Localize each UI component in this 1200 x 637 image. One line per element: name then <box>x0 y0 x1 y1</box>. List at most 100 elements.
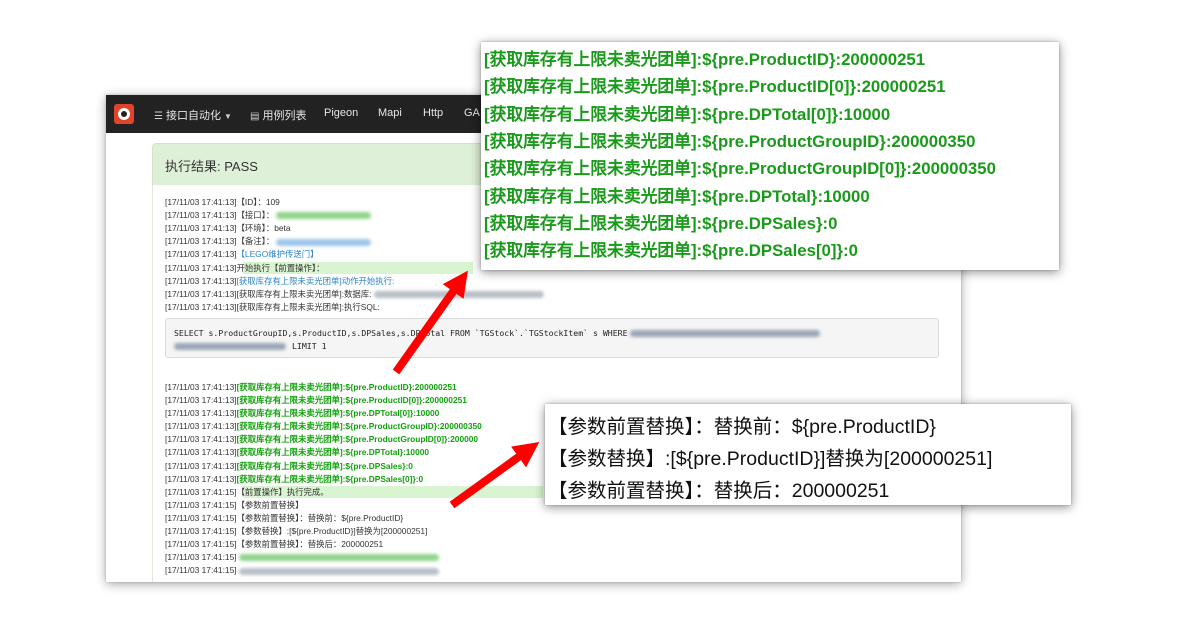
zoom-callout-variables: [获取库存有上限未卖光团单]:${pre.ProductID}:20000025… <box>481 42 1059 270</box>
nav-item-case-list[interactable]: ▤ 用例列表 <box>250 107 306 123</box>
log-timestamp: [17/11/03 17:41:13] <box>165 447 237 458</box>
nav-item-api-automation[interactable]: ☰ 接口自动化 ▼ <box>154 107 232 123</box>
log-line: [17/11/03 17:41:13][获取库存有上限未卖光团单]:${pre.… <box>165 473 423 486</box>
log-timestamp: [17/11/03 17:41:13] <box>165 249 237 260</box>
sql-code-block: SELECT s.ProductGroupID,s.ProductID,s.DP… <box>165 318 939 358</box>
callout-line: [获取库存有上限未卖光团单]:${pre.ProductID}:20000025… <box>484 50 926 69</box>
log-line: [17/11/03 17:41:13][获取库存有上限未卖光团单]:${pre.… <box>165 433 478 446</box>
callout-line: [获取库存有上限未卖光团单]:${pre.ProductID[0]}:20000… <box>484 77 946 97</box>
log-timestamp: [17/11/03 17:41:15] <box>165 526 237 536</box>
list-icon: ☰ <box>154 111 163 122</box>
sql-text: LIMIT 1 <box>292 341 327 351</box>
log-timestamp: [17/11/03 17:41:15] <box>165 539 237 550</box>
callout-line: 【参数前置替换】：替换前：${pre.ProductID} <box>548 416 936 438</box>
log-line: [17/11/03 17:41:13][获取库存有上限未卖光团单]动作开始执行: <box>165 275 394 288</box>
redacted-value <box>238 567 439 575</box>
log-text: [获取库存有上限未卖光团单]:${pre.DPTotal[0]}:10000 <box>236 408 440 419</box>
redacted-value <box>373 290 544 298</box>
log-text: [获取库存有上限未卖光团单]:${pre.ProductID[0]}:20000… <box>236 395 467 405</box>
log-line: [17/11/03 17:41:13][获取库存有上限未卖光团单]:${pre.… <box>165 381 457 394</box>
log-timestamp: [17/11/03 17:41:15] <box>165 499 237 510</box>
nav-item-mapi[interactable]: Mapi <box>378 107 402 119</box>
log-line: [17/11/03 17:41:15]【前置操作】执行完成。 <box>165 486 329 499</box>
log-line: [17/11/03 17:41:13]【环境】：beta <box>165 222 291 235</box>
log-timestamp: [17/11/03 17:41:13] <box>165 223 237 234</box>
log-timestamp: [17/11/03 17:41:13] <box>165 395 237 405</box>
log-timestamp: [17/11/03 17:41:15] <box>165 486 237 497</box>
log-timestamp: [17/11/03 17:41:13] <box>165 210 237 221</box>
log-line: [17/11/03 17:41:13][获取库存有上限未卖光团单]:执行SQL: <box>165 301 380 314</box>
nav-item-label: 用例列表 <box>262 110 307 122</box>
log-timestamp: [17/11/03 17:41:13] <box>165 262 237 273</box>
log-timestamp: [17/11/03 17:41:13] <box>165 197 237 207</box>
nav-item-label: GA <box>464 107 480 119</box>
nav-item-label: Pigeon <box>324 107 359 119</box>
log-timestamp: [17/11/03 17:41:13] <box>165 408 237 419</box>
log-text: [获取库存有上限未卖光团单]:执行SQL: <box>236 301 380 312</box>
log-text: 【ID】：109 <box>236 197 280 207</box>
log-text: 【环境】：beta <box>236 223 291 234</box>
redacted-value <box>238 554 439 562</box>
log-timestamp: [17/11/03 17:41:13] <box>165 381 237 392</box>
log-text: 【参数前置替换】 <box>236 499 304 510</box>
log-timestamp: [17/11/03 17:41:13] <box>165 301 237 312</box>
nav-item-label: 接口自动化 <box>165 110 221 122</box>
log-line: [17/11/03 17:41:15]【参数替换】:[${pre.Product… <box>165 525 427 538</box>
log-text: [获取库存有上限未卖光团单]:数据库: <box>236 288 372 299</box>
table-icon: ▤ <box>250 111 260 122</box>
log-timestamp: [17/11/03 17:41:13] <box>165 421 237 432</box>
log-text: [获取库存有上限未卖光团单]:${pre.DPTotal}:10000 <box>236 447 430 458</box>
log-line: [17/11/03 17:41:13][获取库存有上限未卖光团单]:数据库: <box>165 288 544 301</box>
callout-line: 【参数前置替换】：替换后：200000251 <box>548 480 890 502</box>
callout-line: [获取库存有上限未卖光团单]:${pre.DPSales}:0 <box>484 213 838 233</box>
log-line: [17/11/03 17:41:13]【LEGO维护传送门】 <box>165 248 318 261</box>
log-text: 【参数替换】:[${pre.ProductID}]替换为[200000251] <box>236 526 428 536</box>
log-line: [17/11/03 17:41:13][获取库存有上限未卖光团单]:${pre.… <box>165 394 467 407</box>
log-timestamp: [17/11/03 17:41:13] <box>165 473 237 484</box>
log-line: [17/11/03 17:41:13]开始执行【前置操作】： <box>165 262 325 275</box>
log-text: [获取库存有上限未卖光团单]动作开始执行: <box>236 275 395 286</box>
log-text: [获取库存有上限未卖光团单]:${pre.DPSales}:0 <box>236 460 413 471</box>
callout-line: [获取库存有上限未卖光团单]:${pre.DPTotal[0]}:10000 <box>484 104 891 124</box>
callout-line: [获取库存有上限未卖光团单]:${pre.DPTotal}:10000 <box>484 186 870 206</box>
log-timestamp: [17/11/03 17:41:15] <box>165 512 237 523</box>
log-timestamp: [17/11/03 17:41:15] <box>165 565 237 576</box>
log-text: 【参数前置替换】：替换后：200000251 <box>236 539 384 550</box>
nav-item-label: Http <box>423 107 444 119</box>
zoom-callout-replacement: 【参数前置替换】：替换前：${pre.ProductID} 【参数替换】:[${… <box>545 404 1071 505</box>
log-text: [获取库存有上限未卖光团单]:${pre.ProductID}:20000025… <box>236 381 457 392</box>
result-title: 执行结果: PASS <box>165 159 258 174</box>
nav-item-pigeon[interactable]: Pigeon <box>324 107 358 119</box>
log-text: [获取库存有上限未卖光团单]:${pre.ProductGroupID}:200… <box>236 421 482 432</box>
log-line: [17/11/03 17:41:15] <box>165 551 439 564</box>
log-text: 【备注】： <box>236 236 275 247</box>
log-text: 开始执行【前置操作】： <box>236 262 325 273</box>
nav-item-http[interactable]: Http <box>423 107 443 119</box>
log-timestamp: [17/11/03 17:41:13] <box>165 288 237 299</box>
log-timestamp: [17/11/03 17:41:13] <box>165 434 237 445</box>
chevron-down-icon: ▼ <box>223 112 232 121</box>
log-line: [17/11/03 17:41:15]【参数前置替换】：替换前：${pre.Pr… <box>165 512 403 525</box>
callout-line: 【参数替换】:[${pre.ProductID}]替换为[200000251] <box>548 448 993 470</box>
nav-item-ga[interactable]: GA <box>464 107 480 119</box>
log-text[interactable]: 【LEGO维护传送门】 <box>237 249 319 259</box>
callout-line: [获取库存有上限未卖光团单]:${pre.ProductGroupID}:200… <box>484 131 976 151</box>
sql-text: SELECT s.ProductGroupID,s.ProductID,s.DP… <box>174 328 628 338</box>
log-timestamp: [17/11/03 17:41:13] <box>165 460 237 471</box>
log-line: [17/11/03 17:41:13]【备注】： <box>165 235 372 248</box>
log-text: [获取库存有上限未卖光团单]:${pre.DPSales[0]}:0 <box>236 473 424 484</box>
logo-icon[interactable] <box>114 104 134 124</box>
redacted-sql <box>174 343 286 350</box>
log-text: 【参数前置替换】：替换前：${pre.ProductID} <box>236 512 404 523</box>
log-line: [17/11/03 17:41:15]【参数前置替换】：替换后：20000025… <box>165 538 383 551</box>
log-line: [17/11/03 17:41:15] <box>165 564 439 577</box>
log-timestamp: [17/11/03 17:41:15] <box>165 552 237 563</box>
redacted-sql <box>629 330 820 337</box>
log-line: [17/11/03 17:41:13][获取库存有上限未卖光团单]:${pre.… <box>165 460 413 473</box>
nav-item-label: Mapi <box>378 107 402 119</box>
log-text: 【接口】： <box>236 210 275 221</box>
log-text: [获取库存有上限未卖光团单]:${pre.ProductGroupID[0]}:… <box>236 434 479 445</box>
redacted-value <box>276 212 372 220</box>
log-line: [17/11/03 17:41:13]【接口】： <box>165 209 372 222</box>
callout-line: [获取库存有上限未卖光团单]:${pre.DPSales[0]}:0 <box>484 241 858 261</box>
